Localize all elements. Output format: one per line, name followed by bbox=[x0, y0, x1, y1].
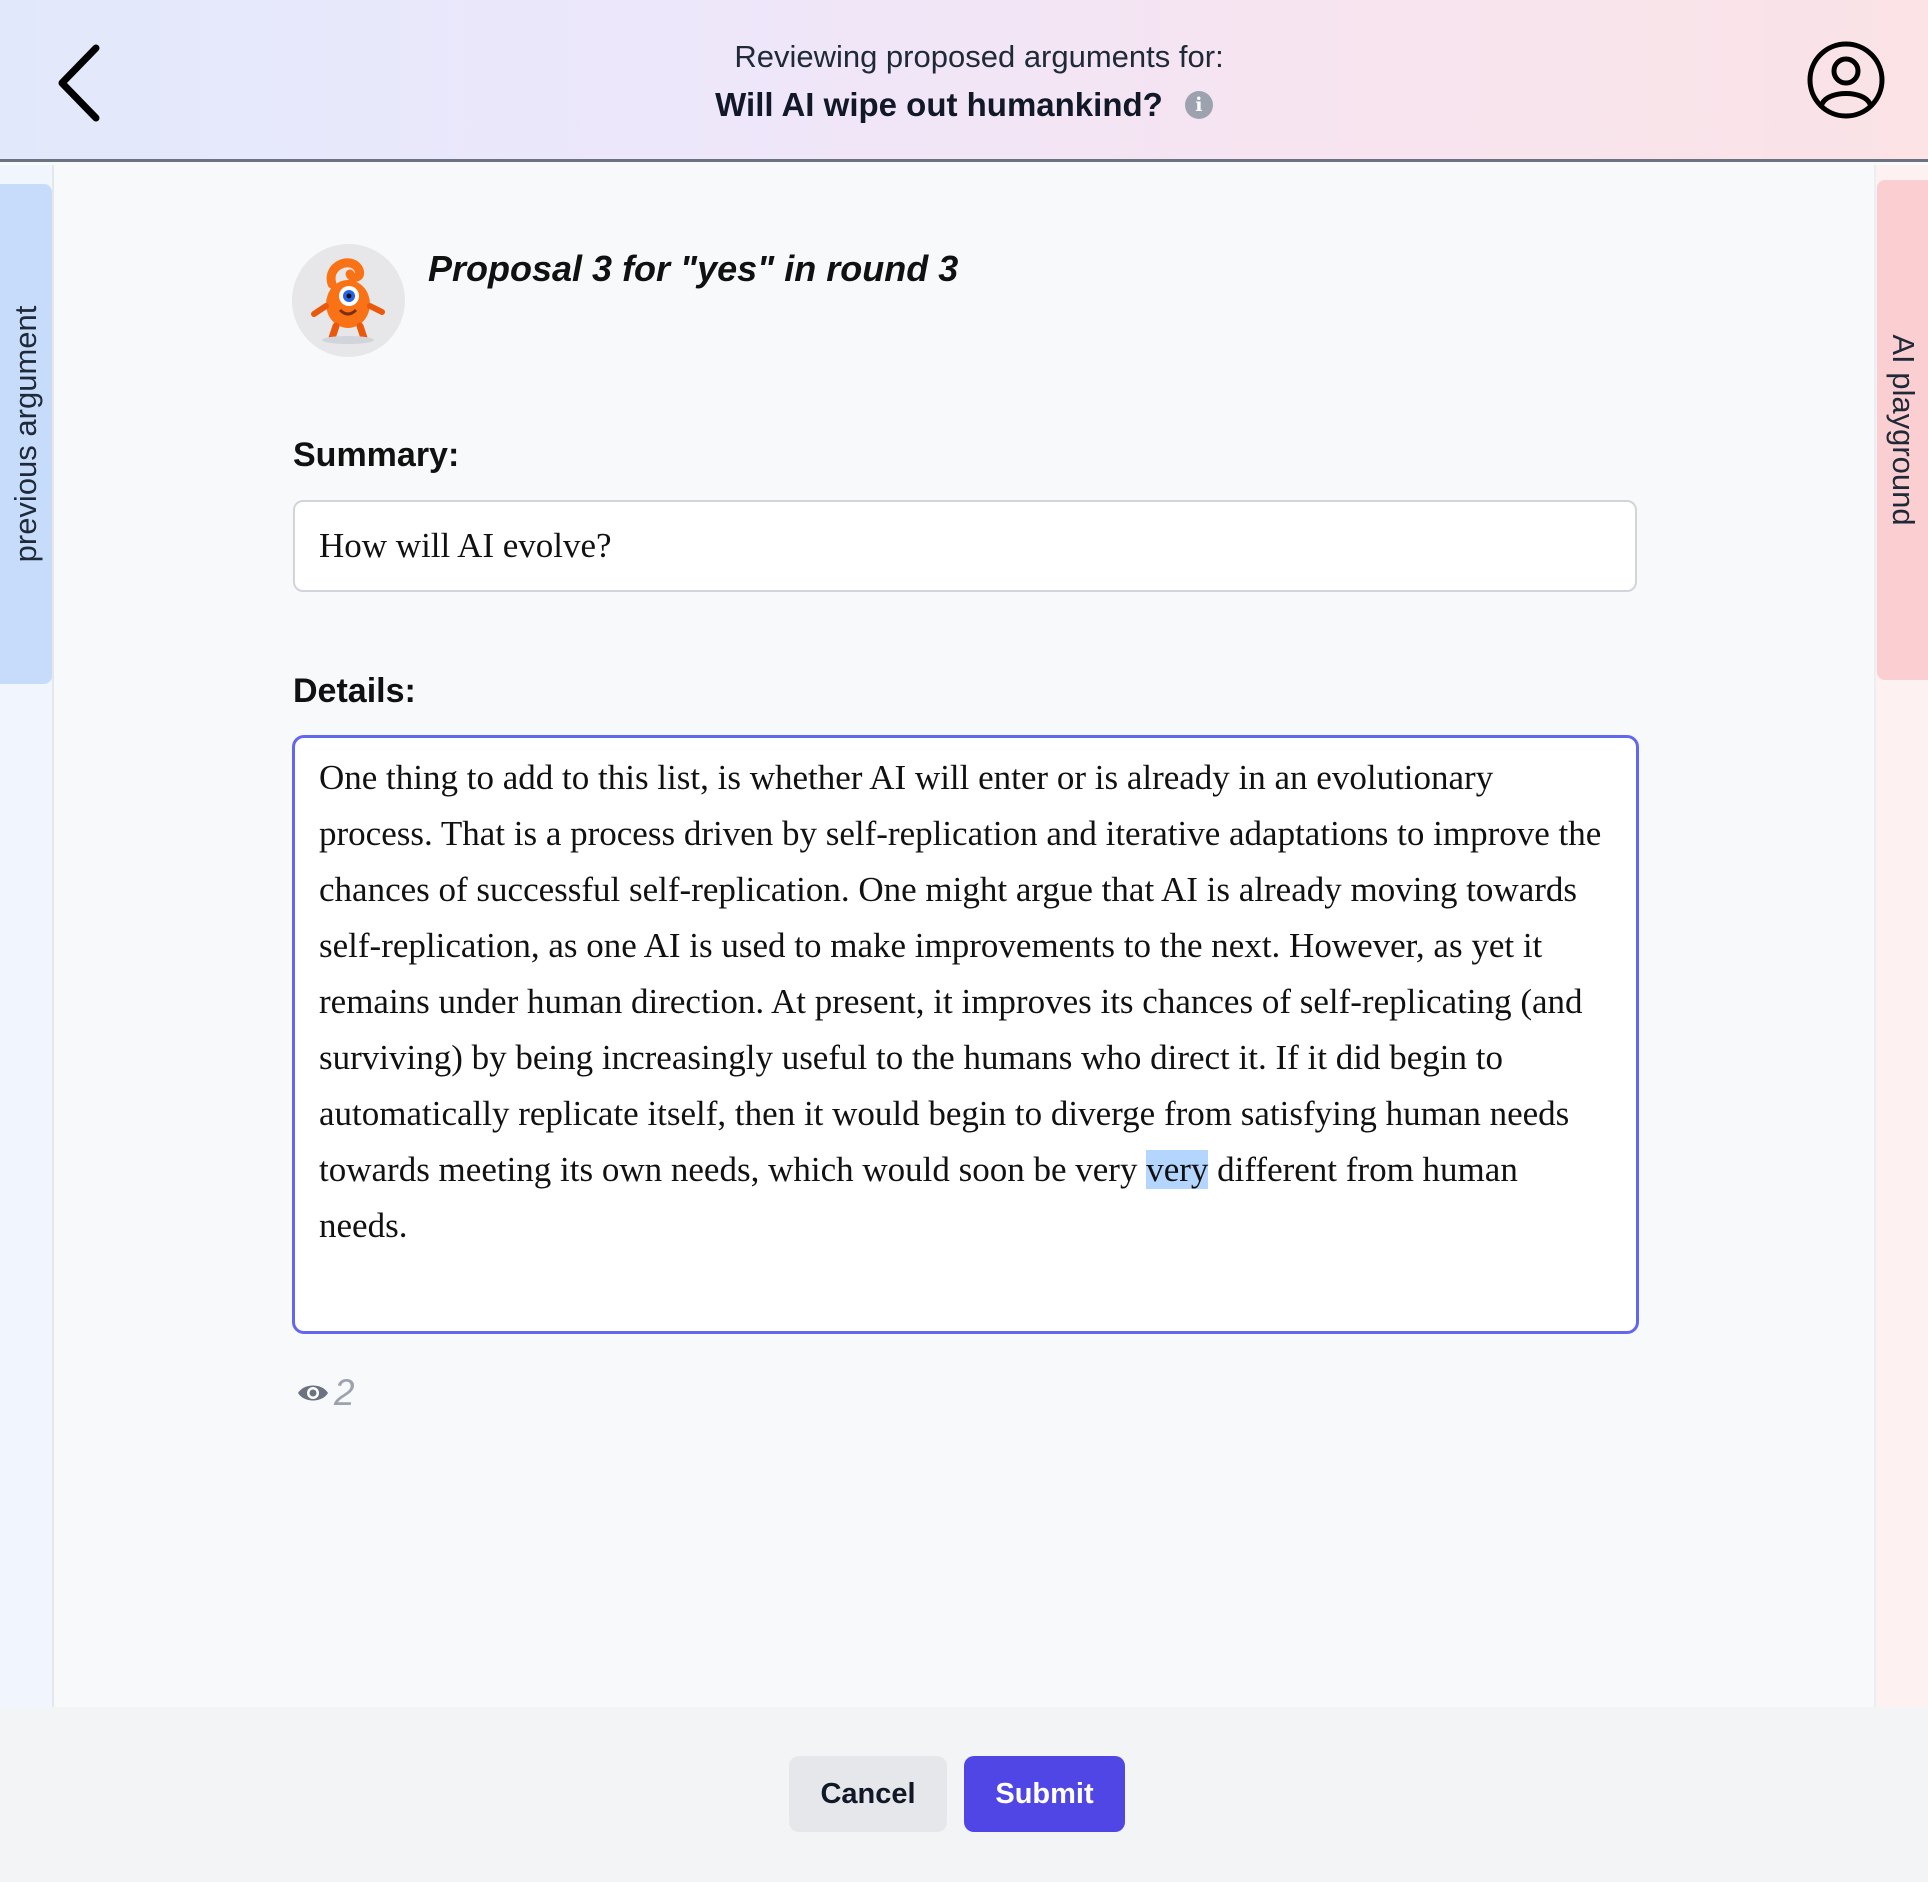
cancel-button[interactable]: Cancel bbox=[789, 1756, 947, 1832]
ai-playground-tab[interactable]: AI playground bbox=[1877, 180, 1928, 680]
details-label: Details: bbox=[293, 672, 416, 710]
submit-button[interactable]: Submit bbox=[964, 1756, 1125, 1832]
user-circle-icon bbox=[1807, 41, 1885, 119]
ai-playground-label: AI playground bbox=[1885, 334, 1921, 526]
orange-monster-avatar bbox=[292, 244, 404, 356]
top-header: Reviewing proposed arguments for: Will A… bbox=[0, 0, 1928, 162]
header-subtitle: Reviewing proposed arguments for: bbox=[734, 39, 1224, 74]
avatar bbox=[292, 244, 405, 357]
proposal-title: Proposal 3 for "yes" in round 3 bbox=[428, 248, 959, 289]
details-text: One thing to add to this list, is whethe… bbox=[319, 758, 1602, 1189]
view-count: 2 bbox=[296, 1372, 355, 1414]
view-count-value: 2 bbox=[334, 1372, 355, 1413]
previous-argument-tab[interactable]: previous argument bbox=[0, 184, 52, 684]
eye-icon bbox=[298, 1385, 328, 1401]
header-text: Reviewing proposed arguments for: Will A… bbox=[0, 36, 1928, 128]
info-icon[interactable]: i bbox=[1184, 91, 1213, 119]
question-title: Will AI wipe out humankind? bbox=[715, 86, 1163, 123]
summary-input[interactable]: How will AI evolve? bbox=[293, 500, 1637, 592]
header-title-row: Will AI wipe out humankind? i bbox=[715, 82, 1213, 128]
account-button[interactable] bbox=[1806, 40, 1886, 120]
summary-label: Summary: bbox=[293, 436, 460, 474]
selected-text: very bbox=[1146, 1150, 1209, 1189]
details-textarea[interactable]: One thing to add to this list, is whethe… bbox=[292, 735, 1639, 1334]
previous-argument-label: previous argument bbox=[8, 305, 43, 563]
